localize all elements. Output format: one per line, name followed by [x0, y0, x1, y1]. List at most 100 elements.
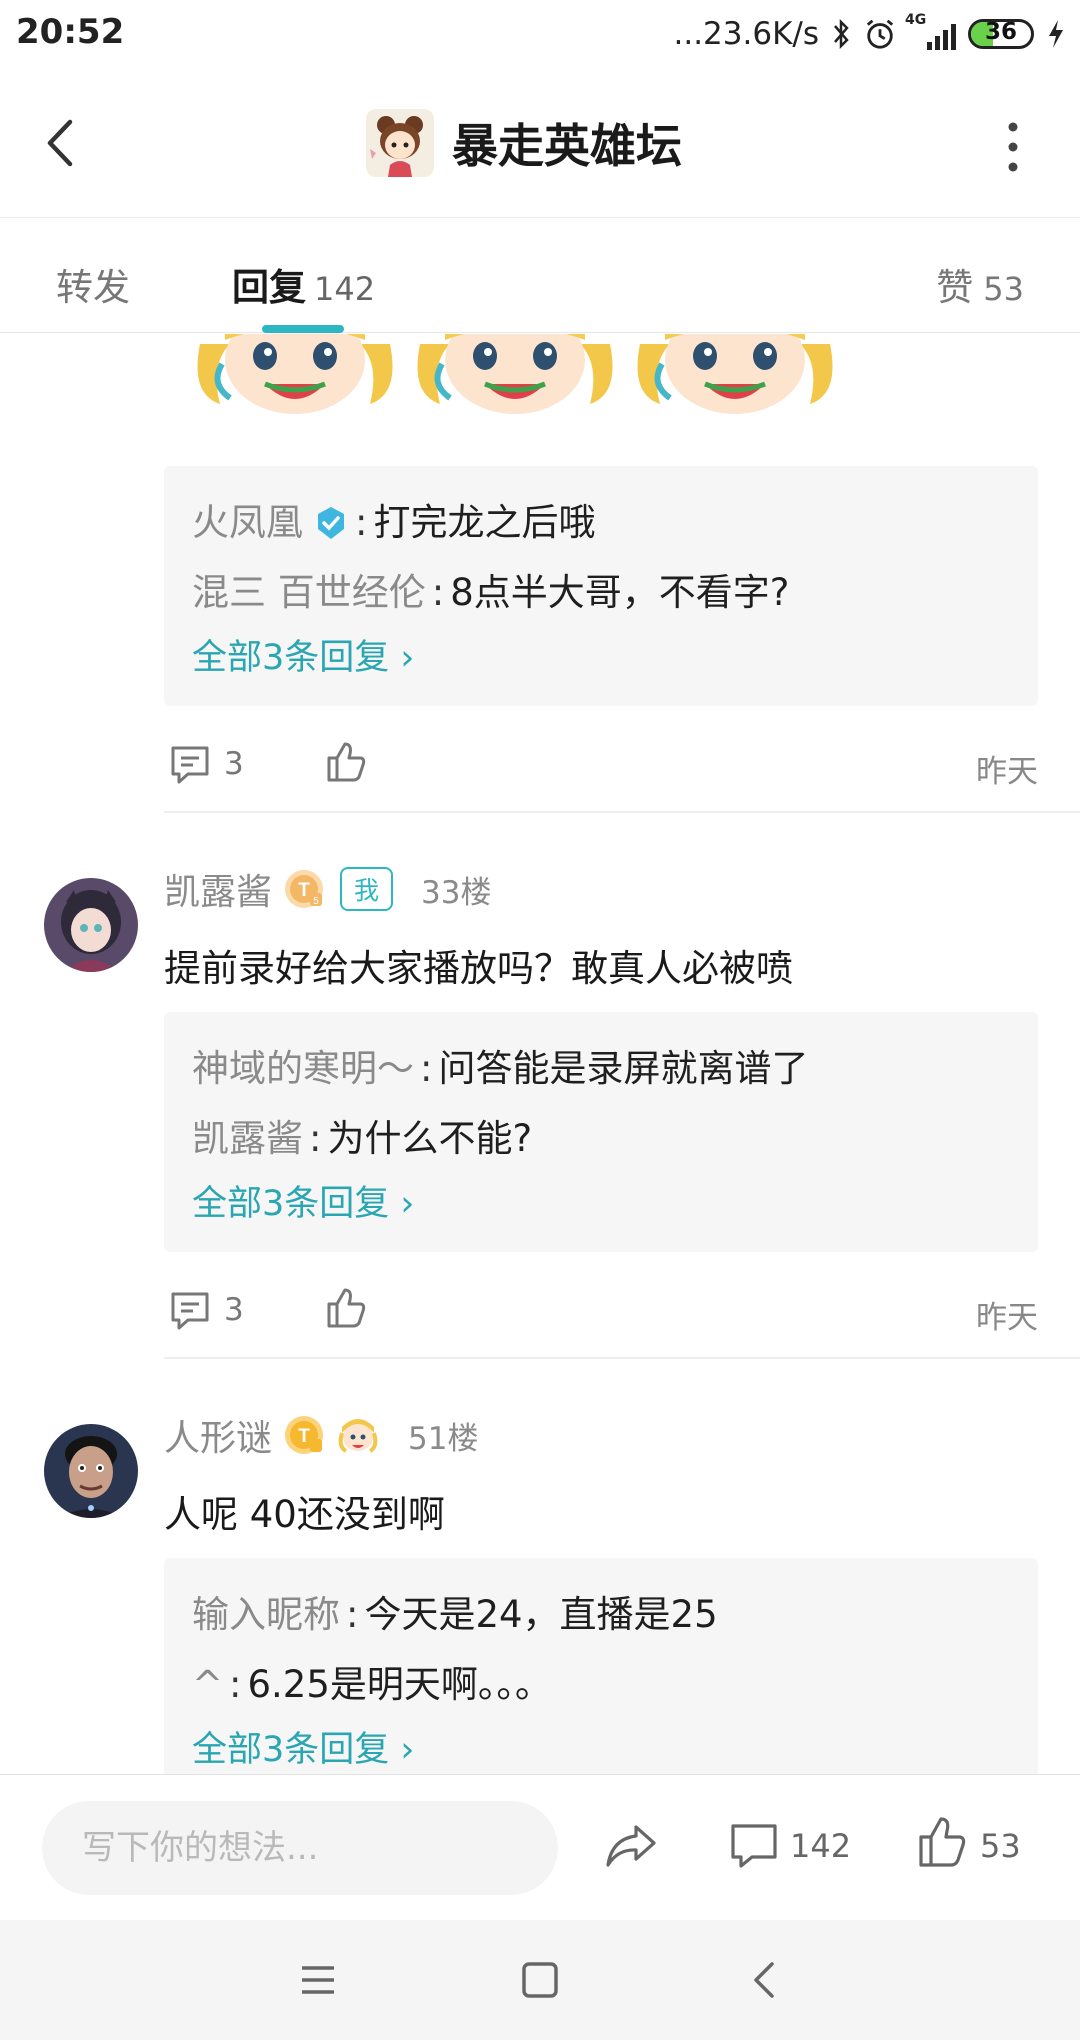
back-arrow-icon[interactable]	[34, 108, 88, 178]
bluetooth-icon	[834, 18, 849, 50]
net-speed: ...23.6K/s	[673, 16, 819, 52]
back-icon[interactable]	[744, 1958, 788, 2002]
view-all-replies-link[interactable]: 全部3条回复 ›	[192, 628, 1010, 688]
sub-reply[interactable]: 凯露酱: 为什么不能?	[192, 1104, 1010, 1174]
sub-reply-author[interactable]: 神域的寒明～	[192, 1047, 414, 1090]
sub-reply-author[interactable]: ^	[192, 1663, 223, 1706]
page-header: 暴走英雄坛	[0, 66, 1080, 218]
forum-title-group[interactable]: 暴走英雄坛	[366, 106, 682, 180]
sub-reply-box[interactable]: 神域的寒明～: 问答能是录屏就离谱了 凯露酱: 为什么不能? 全部3条回复 ›	[164, 1012, 1038, 1252]
post-divider	[164, 811, 1080, 813]
comment-icon[interactable]	[168, 744, 212, 786]
tab-reply[interactable]: 回复 142	[232, 257, 375, 311]
post-text[interactable]: 提前录好给大家播放吗？敢真人必被喷	[164, 938, 793, 992]
like-icon[interactable]	[916, 1815, 968, 1869]
floor-number: 33楼	[421, 874, 492, 911]
view-all-replies-link[interactable]: 全部3条回复 ›	[192, 1174, 1010, 1234]
tab-reply-label: 回复	[232, 266, 306, 309]
home-icon[interactable]	[518, 1958, 562, 2002]
sub-reply-text: 为什么不能?	[327, 1117, 533, 1160]
post-meta: 凯露酱 T5 我 33楼	[164, 864, 491, 914]
comment-total: 142	[790, 1827, 852, 1865]
svg-text:T: T	[298, 880, 310, 901]
comment-icon[interactable]	[168, 1290, 212, 1332]
post-actions: 3 昨天	[164, 1280, 1038, 1340]
tab-forward-label: 转发	[56, 266, 130, 309]
sub-reply-separator: :	[309, 1117, 322, 1160]
share-icon[interactable]	[604, 1821, 658, 1871]
svg-text:5: 5	[313, 896, 319, 907]
tab-forward[interactable]: 转发	[56, 257, 130, 311]
watermelon-girl-sticker	[197, 334, 393, 414]
username[interactable]: 人形谜	[164, 1409, 272, 1461]
verified-icon	[318, 507, 344, 539]
sub-reply-separator: :	[355, 501, 368, 544]
tab-like-label: 赞	[936, 266, 974, 309]
sub-reply-text: 打完龙之后哦	[373, 501, 596, 544]
tab-like[interactable]: 赞 53	[936, 257, 1024, 311]
sub-reply-text: 今天是24，直播是25	[364, 1593, 718, 1636]
post-text[interactable]: 人呢 40还没到啊	[164, 1484, 445, 1538]
comment-input[interactable]: 写下你的想法...	[42, 1801, 558, 1895]
sub-reply-box[interactable]: 输入昵称: 今天是24，直播是25 ^:6.25是明天啊。。。 全部3条回复 ›	[164, 1558, 1038, 1774]
active-tab-indicator	[262, 325, 344, 333]
signal-icon: 4G	[905, 12, 956, 50]
sub-reply[interactable]: ^:6.25是明天啊。。。	[192, 1650, 1010, 1720]
sub-reply[interactable]: 混三 百世经伦:8点半大哥，不看字?	[192, 558, 1010, 628]
svg-text:T: T	[298, 1426, 310, 1447]
username[interactable]: 凯露酱	[164, 863, 272, 915]
menu-icon[interactable]	[296, 1958, 340, 2002]
sub-reply-separator: :	[229, 1663, 242, 1706]
sub-reply-separator: :	[420, 1047, 433, 1090]
sub-reply-text: 8点半大哥，不看字?	[450, 571, 790, 614]
anime-girl-avatar	[44, 878, 138, 972]
post-time: 昨天	[976, 1300, 1038, 1336]
battery-level: 36	[984, 19, 1017, 45]
system-nav-bar	[0, 1920, 1080, 2040]
bottom-action-bar: 写下你的想法... 142 53	[0, 1774, 1080, 1920]
sub-reply[interactable]: 火凤凰: 打完龙之后哦	[192, 488, 1010, 558]
floor-number: 51楼	[408, 1420, 479, 1457]
me-badge: 我	[340, 867, 394, 911]
like-total: 53	[980, 1827, 1021, 1865]
page-title: 暴走英雄坛	[452, 119, 682, 173]
charging-icon	[1049, 20, 1063, 48]
tab-reply-count: 142	[314, 270, 376, 308]
post-time: 昨天	[976, 754, 1038, 790]
status-indicators: ...23.6K/s 4G 36	[673, 12, 1066, 54]
tab-like-count: 53	[983, 270, 1024, 308]
forum-avatar[interactable]	[366, 109, 434, 177]
sub-reply-author[interactable]: 混三 百世经伦	[192, 571, 426, 614]
status-bar: 20:52 ...23.6K/s 4G 36	[0, 0, 1080, 66]
reply-list[interactable]: 火凤凰: 打完龙之后哦 混三 百世经伦:8点半大哥，不看字? 全部3条回复 › 3…	[0, 334, 1080, 1774]
character-badge-icon	[338, 1419, 378, 1453]
sub-reply[interactable]: 神域的寒明～: 问答能是录屏就离谱了	[192, 1034, 1010, 1104]
battery-icon: 36	[968, 19, 1034, 49]
tab-bar: 转发 回复 142 赞 53	[0, 219, 1080, 333]
watermelon-girl-sticker	[417, 334, 613, 414]
sub-reply[interactable]: 输入昵称: 今天是24，直播是25	[192, 1580, 1010, 1650]
comment-icon[interactable]	[728, 1821, 780, 1871]
post-meta: 人形谜 T 51楼	[164, 1410, 478, 1460]
sub-reply-author[interactable]: 凯露酱	[192, 1117, 303, 1160]
sub-reply-author[interactable]: 输入昵称	[192, 1593, 340, 1636]
view-all-replies-link[interactable]: 全部3条回复 ›	[192, 1720, 1010, 1774]
network-type: 4G	[905, 12, 927, 28]
comment-count: 3	[224, 1292, 244, 1328]
sub-reply-box[interactable]: 火凤凰: 打完龙之后哦 混三 百世经伦:8点半大哥，不看字? 全部3条回复 ›	[164, 466, 1038, 706]
level-badge-icon: T5	[285, 870, 324, 908]
status-time: 20:52	[16, 12, 125, 52]
watermelon-girl-sticker	[637, 334, 833, 414]
avatar[interactable]	[44, 878, 138, 972]
sub-reply-author[interactable]: 火凤凰	[192, 501, 303, 544]
sticker-images	[180, 334, 980, 430]
avatar[interactable]	[44, 1424, 138, 1518]
photo-avatar	[44, 1424, 138, 1518]
sub-reply-text: 问答能是录屏就离谱了	[438, 1047, 809, 1090]
post-divider	[164, 1357, 1080, 1359]
more-vertical-icon[interactable]	[1006, 120, 1020, 174]
comment-count: 3	[224, 746, 244, 782]
like-icon[interactable]	[324, 1286, 368, 1330]
like-icon[interactable]	[324, 740, 368, 784]
post-actions: 3 昨天	[164, 734, 1038, 794]
